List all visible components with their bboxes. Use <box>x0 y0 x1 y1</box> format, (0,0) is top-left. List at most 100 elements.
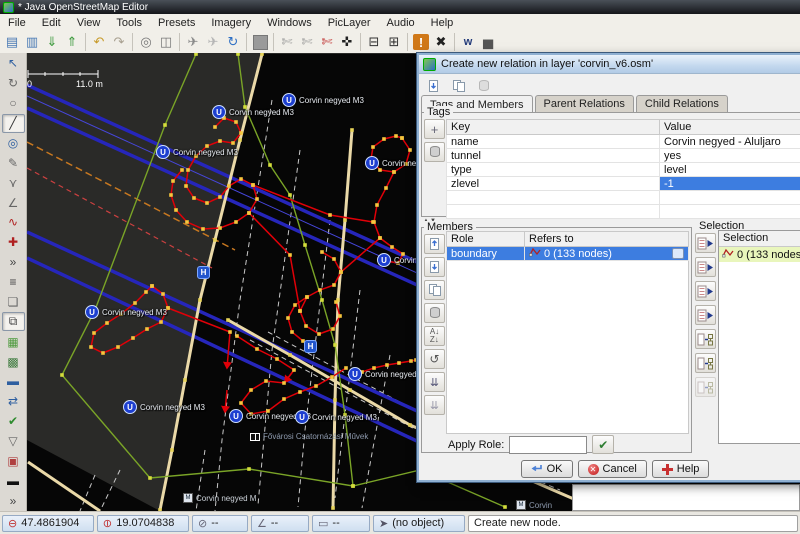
imagery-placeholder-button[interactable] <box>250 32 270 52</box>
tag-row[interactable]: zlevel-1 <box>447 177 800 191</box>
zoom-tool[interactable]: ◎ <box>2 134 25 153</box>
imagery-adjust-toggle[interactable]: ▩ <box>2 352 25 371</box>
add-selection-after-button[interactable] <box>695 281 716 301</box>
angle-tool[interactable]: ∠ <box>2 193 25 212</box>
heading-indicator[interactable]: ⊘-- <box>192 515 248 532</box>
close-tool-button[interactable]: ✖ <box>431 32 451 52</box>
latitude-indicator[interactable]: ⊖47.4861904 <box>2 515 94 532</box>
filter-toggle[interactable]: ▽ <box>2 432 25 451</box>
add-selection-at-start-button[interactable] <box>695 233 716 253</box>
menu-audio[interactable]: Audio <box>379 16 423 30</box>
wireframe-button[interactable]: ✈ <box>183 32 203 52</box>
add-tag-button[interactable]: + <box>424 119 445 139</box>
ok-button[interactable]: OK <box>521 460 573 478</box>
tag-key-cell[interactable]: name <box>447 135 660 149</box>
selection-item[interactable]: 0 (133 nodes) <box>719 247 800 262</box>
window-titlebar[interactable]: * Java OpenStreetMap Editor <box>0 0 800 14</box>
menu-edit[interactable]: Edit <box>34 16 69 30</box>
copy-member-button[interactable] <box>424 280 445 300</box>
preferences-button[interactable]: ◎ <box>136 32 156 52</box>
metro-station-marker[interactable]: UCorvin negyed M3 <box>212 105 294 119</box>
h-marker[interactable]: H <box>304 340 317 353</box>
tag-value-cell[interactable]: yes <box>660 149 800 163</box>
tag-empty-row[interactable] <box>447 191 800 205</box>
apply-role-confirm-button[interactable]: ✔ <box>592 435 614 454</box>
follow-line-tool[interactable]: ∿ <box>2 213 25 232</box>
menu-help[interactable]: Help <box>423 16 462 30</box>
members-table-empty[interactable] <box>446 261 689 434</box>
metro-station-marker[interactable]: UCorvin negyed M3 <box>156 145 238 159</box>
tag-value-cell[interactable]: Corvin negyed - Aluljaro <box>660 135 800 149</box>
move-up-button[interactable] <box>424 234 445 254</box>
delete-member-button[interactable] <box>424 303 445 323</box>
menu-file[interactable]: File <box>0 16 34 30</box>
histogram-button[interactable]: ▅ <box>478 32 498 52</box>
member-role-cell[interactable]: boundary <box>447 247 525 261</box>
cancel-button[interactable]: ✕ Cancel <box>578 460 647 478</box>
h-marker[interactable]: H <box>197 266 210 279</box>
delete-disabled-button[interactable] <box>473 76 494 95</box>
delete-tool-button[interactable]: ✄ <box>317 32 337 52</box>
upload-data-button[interactable]: ⇑ <box>62 32 82 52</box>
wiki-button[interactable]: w <box>458 32 478 52</box>
member-options-icon[interactable] <box>672 248 684 259</box>
lasso-tool[interactable]: ○ <box>2 94 25 113</box>
select-tool[interactable]: ↖ <box>2 54 25 73</box>
redo-button[interactable]: ↷ <box>109 32 129 52</box>
menu-imagery[interactable]: Imagery <box>203 16 259 30</box>
open-file-button[interactable]: ▤ <box>2 32 22 52</box>
tag-key-cell[interactable]: tunnel <box>447 149 660 163</box>
metro-station-marker[interactable]: UCorvin negyed M3 <box>123 400 205 414</box>
distance-indicator[interactable]: ▭-- <box>312 515 370 532</box>
reverse-order-button[interactable]: ↺ <box>424 349 445 369</box>
apply-role-input[interactable] <box>509 436 587 454</box>
minimap-toggle[interactable]: ▬ <box>2 372 25 391</box>
unglue-button[interactable]: ✄ <box>277 32 297 52</box>
rotate-node-tool[interactable]: ↻ <box>2 74 25 93</box>
menu-piclayer[interactable]: PicLayer <box>320 16 379 30</box>
angle-indicator[interactable]: ∠-- <box>251 515 309 532</box>
download-incomplete-button[interactable]: ⇊ <box>424 395 445 415</box>
metro-station-marker[interactable]: UCorvin negyed M3 <box>282 93 364 107</box>
tags-table[interactable]: KeyValue nameCorvin negyed - Aluljarotun… <box>446 119 800 219</box>
draw-line-tool[interactable]: ╱ <box>2 114 25 133</box>
menu-windows[interactable]: Windows <box>259 16 320 30</box>
menu-tools[interactable]: Tools <box>108 16 150 30</box>
tag-value-cell[interactable]: -1 <box>660 177 800 191</box>
imagery-panel-toggle[interactable]: ▦ <box>2 332 25 351</box>
metro-station-marker[interactable]: UCorvin negyed M3 <box>85 305 167 319</box>
purge-toggle[interactable]: ▣ <box>2 452 25 471</box>
car-map-button[interactable]: ⊟ <box>364 32 384 52</box>
delete-tag-button[interactable] <box>424 142 445 162</box>
validator-toggle[interactable]: ✔ <box>2 412 25 431</box>
add-selection-before-button[interactable] <box>695 257 716 277</box>
selection-list[interactable]: Selection 0 (133 nodes) <box>718 230 800 444</box>
tag-key-cell[interactable]: type <box>447 163 660 177</box>
tag-row[interactable]: tunnelyes <box>447 149 800 163</box>
member-refers-cell[interactable]: 0 (133 nodes) <box>525 247 689 261</box>
tab-child-relations[interactable]: Child Relations <box>636 95 728 112</box>
tags-panel-toggle[interactable]: ❏ <box>2 293 25 312</box>
tag-key-cell[interactable]: zlevel <box>447 177 660 191</box>
tab-parent-relations[interactable]: Parent Relations <box>535 95 634 112</box>
download-data-button[interactable]: ⇓ <box>42 32 62 52</box>
object-indicator[interactable]: ➤(no object) <box>373 515 465 532</box>
help-button[interactable]: Help <box>652 460 710 478</box>
tag-empty-row[interactable] <box>447 205 800 219</box>
mirror-toggle[interactable]: ⇄ <box>2 392 25 411</box>
dialog-titlebar[interactable]: Create new relation in layer 'corvin_v6.… <box>419 55 800 74</box>
add-selection-at-end-button[interactable] <box>695 305 716 325</box>
refresh-button[interactable]: ↻ <box>223 32 243 52</box>
members-table[interactable]: RoleRefers to boundary0 (133 nodes) <box>446 231 689 261</box>
add-at-node-start-button[interactable] <box>695 329 716 349</box>
toggle-dialogs-button[interactable]: ◫ <box>156 32 176 52</box>
paste-tags-button[interactable] <box>448 76 469 95</box>
split-tool[interactable]: ⋎ <box>2 173 25 192</box>
add-at-node-end-button[interactable] <box>695 353 716 373</box>
add-node-tool[interactable]: ✚ <box>2 233 25 252</box>
apply-tags-button[interactable] <box>423 76 444 95</box>
tag-row[interactable]: typelevel <box>447 163 800 177</box>
download-members-button[interactable]: ⇊ <box>424 372 445 392</box>
split-way-button[interactable]: ✄ <box>297 32 317 52</box>
transit-map-button[interactable]: ⊞ <box>384 32 404 52</box>
